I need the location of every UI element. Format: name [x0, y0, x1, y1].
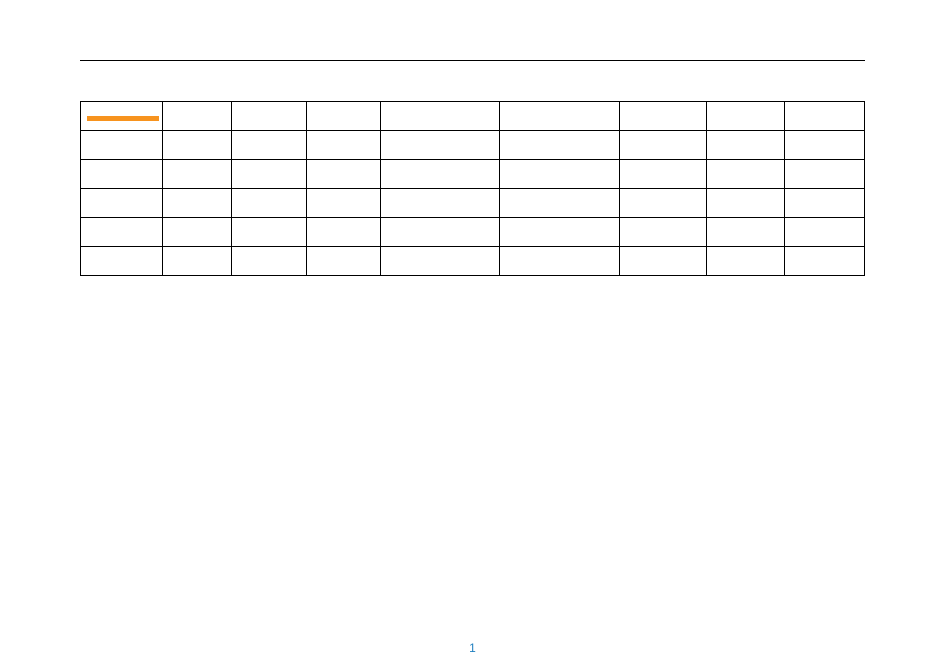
table-cell [784, 218, 864, 247]
table-cell [163, 189, 232, 218]
table-cell [707, 102, 785, 131]
table-cell [81, 102, 163, 131]
table-cell [163, 247, 232, 276]
table-cell [381, 247, 500, 276]
table-cell [500, 160, 619, 189]
table-cell [381, 102, 500, 131]
table-cell [784, 102, 864, 131]
table-cell [619, 160, 707, 189]
table-row [81, 160, 865, 189]
page-number: 1 [469, 641, 476, 655]
table-cell [500, 218, 619, 247]
table-cell [381, 218, 500, 247]
table-cell [500, 247, 619, 276]
table-cell [707, 131, 785, 160]
table-cell [232, 131, 306, 160]
table-cell [306, 247, 380, 276]
table-row [81, 102, 865, 131]
table-cell [619, 218, 707, 247]
table-cell [500, 131, 619, 160]
table-cell [306, 218, 380, 247]
highlight-bar [87, 116, 159, 121]
table-row [81, 218, 865, 247]
table-cell [381, 131, 500, 160]
table-cell [81, 131, 163, 160]
table-cell [163, 218, 232, 247]
table-cell [163, 102, 232, 131]
table-cell [381, 189, 500, 218]
table-cell [163, 160, 232, 189]
data-table [80, 101, 865, 276]
table-cell [619, 131, 707, 160]
table-cell [500, 189, 619, 218]
horizontal-rule [80, 60, 865, 61]
table-cell [81, 189, 163, 218]
table-cell [306, 160, 380, 189]
table-row [81, 131, 865, 160]
table-cell [306, 131, 380, 160]
table-cell [81, 160, 163, 189]
table-cell [232, 189, 306, 218]
table-cell [232, 160, 306, 189]
table-cell [232, 102, 306, 131]
table-cell [784, 189, 864, 218]
table-cell [784, 160, 864, 189]
table-cell [707, 218, 785, 247]
table-cell [619, 189, 707, 218]
document-page [0, 0, 945, 669]
table-row [81, 247, 865, 276]
table-cell [81, 218, 163, 247]
table-cell [619, 247, 707, 276]
table-row [81, 189, 865, 218]
table-cell [707, 160, 785, 189]
table-cell [232, 247, 306, 276]
table-cell [163, 131, 232, 160]
table-cell [306, 102, 380, 131]
table-cell [619, 102, 707, 131]
table-cell [306, 189, 380, 218]
table-cell [784, 131, 864, 160]
table-cell [232, 218, 306, 247]
table-cell [707, 189, 785, 218]
table-cell [500, 102, 619, 131]
table-cell [381, 160, 500, 189]
table-cell [81, 247, 163, 276]
table-cell [707, 247, 785, 276]
table-cell [784, 247, 864, 276]
